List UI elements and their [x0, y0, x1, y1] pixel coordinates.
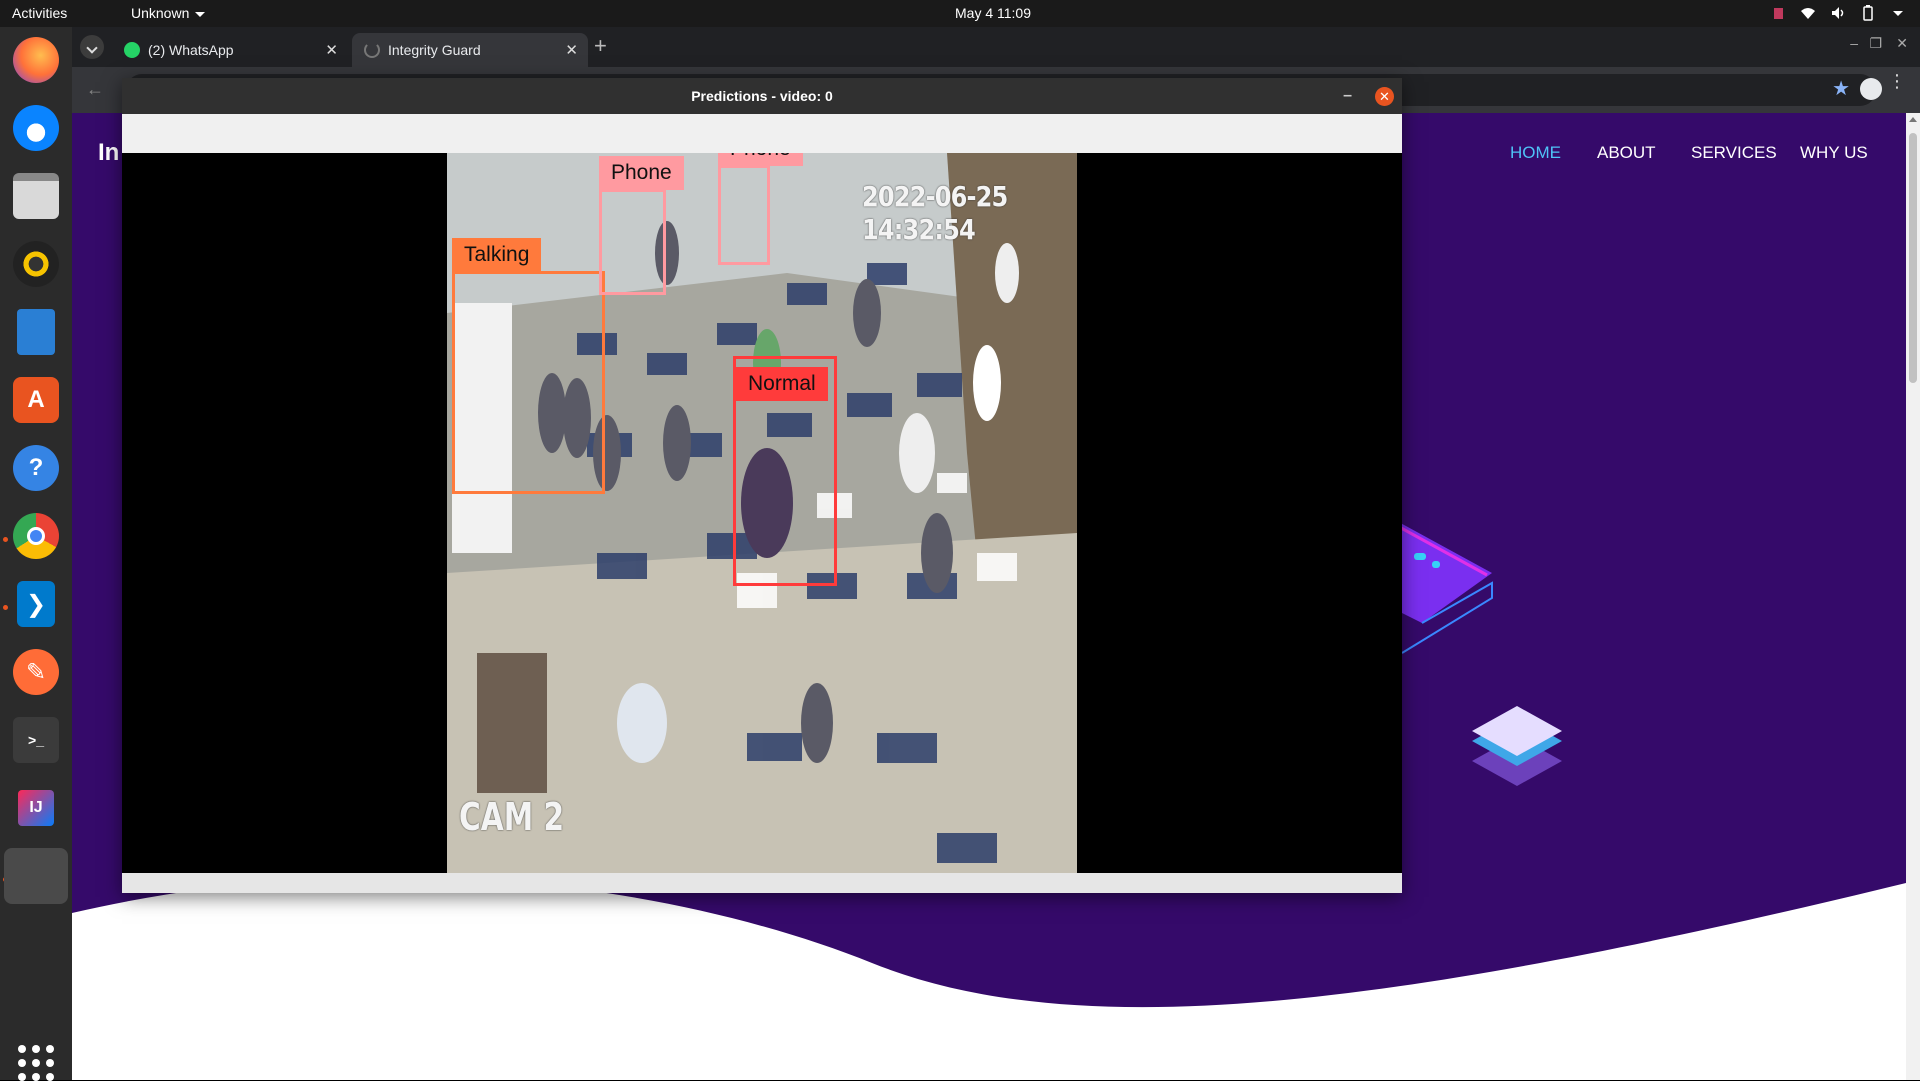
thunderbird-icon: [13, 105, 59, 151]
predictions-window-titlebar[interactable]: Predictions - video: 0 – ✕: [122, 78, 1402, 114]
window-statusbar: [122, 873, 1402, 893]
dock-help[interactable]: ?: [8, 440, 64, 496]
window-title: Predictions - video: 0: [691, 88, 833, 104]
minimize-icon[interactable]: –: [1343, 78, 1352, 114]
close-icon[interactable]: ✕: [565, 41, 578, 59]
postman-icon: ✎: [13, 649, 59, 695]
tab-search-button[interactable]: [80, 35, 104, 59]
dock-firefox[interactable]: [8, 32, 64, 88]
page-scrollbar[interactable]: [1906, 113, 1920, 1080]
tab-whatsapp[interactable]: (2) WhatsApp ✕: [112, 33, 348, 67]
predictions-window: Predictions - video: 0 – ✕ Talking Phone…: [122, 78, 1402, 893]
site-brand[interactable]: In: [98, 139, 119, 167]
video-frame: Talking Phone Phone Normal 2022-06-25 14…: [447, 153, 1077, 873]
software-icon: A: [13, 377, 59, 423]
dock-vscode[interactable]: ❯: [8, 576, 64, 632]
detection-box: [599, 189, 666, 295]
firefox-icon: [13, 37, 59, 83]
tab-label: Integrity Guard: [388, 42, 481, 58]
dock-intellij[interactable]: IJ: [8, 780, 64, 836]
minimize-icon[interactable]: –: [1850, 35, 1858, 51]
nav-services[interactable]: SERVICES: [1691, 143, 1777, 163]
dock-postman[interactable]: ✎: [8, 644, 64, 700]
indicator-icon[interactable]: [1770, 5, 1786, 21]
wifi-icon[interactable]: [1800, 5, 1816, 21]
video-timestamp: 2022-06-25 14:32:54: [862, 180, 1008, 246]
close-icon[interactable]: ✕: [1375, 87, 1394, 106]
detection-box: [718, 165, 770, 265]
gnome-top-bar: Activities Unknown May 4 11:09: [0, 0, 1920, 27]
system-tray[interactable]: [1770, 4, 1906, 22]
detection-box: [452, 271, 605, 494]
vscode-icon: ❯: [17, 581, 55, 627]
whatsapp-icon: [124, 42, 140, 58]
dock-chrome[interactable]: [8, 508, 64, 564]
dock-software[interactable]: A: [8, 372, 64, 428]
volume-icon[interactable]: [1830, 5, 1846, 21]
battery-icon[interactable]: [1860, 5, 1876, 21]
clock[interactable]: May 4 11:09: [955, 5, 1031, 21]
back-arrow-icon[interactable]: ←: [86, 79, 104, 100]
dock-running-window[interactable]: [4, 848, 68, 904]
detection-label: Talking: [452, 238, 542, 272]
scroll-up-icon[interactable]: [1909, 117, 1917, 122]
dock-thunderbird[interactable]: [8, 100, 64, 156]
dock-files[interactable]: [8, 168, 64, 224]
new-tab-button[interactable]: +: [594, 33, 607, 59]
more-menu-icon[interactable]: ⋮: [1888, 72, 1906, 90]
bookmark-star-icon[interactable]: ★: [1832, 76, 1850, 101]
detection-label: Phone: [718, 153, 803, 166]
camera-label: CAM 2: [459, 795, 565, 839]
system-menu-chevron-icon[interactable]: [1890, 5, 1906, 21]
scrollbar-thumb[interactable]: [1909, 133, 1917, 383]
detection-label: Phone: [599, 156, 684, 190]
intellij-icon: IJ: [18, 790, 54, 826]
window-toolbar: [122, 114, 1402, 153]
loading-icon: [364, 42, 380, 58]
close-window-icon[interactable]: ✕: [1896, 35, 1908, 52]
nav-home[interactable]: HOME: [1510, 143, 1561, 163]
chevron-down-icon: [195, 11, 206, 17]
tab-label: (2) WhatsApp: [148, 42, 234, 58]
terminal-icon: >_: [13, 717, 59, 763]
app-menu-label: Unknown: [131, 5, 190, 21]
nav-about[interactable]: ABOUT: [1597, 143, 1656, 163]
profile-avatar[interactable]: [1860, 78, 1882, 100]
chrome-icon: [13, 513, 59, 559]
cube-illustration: [1472, 706, 1562, 786]
window-icon: [13, 853, 59, 899]
tab-integrity-guard[interactable]: Integrity Guard ✕: [352, 33, 588, 67]
app-menu[interactable]: Unknown: [131, 5, 206, 21]
dock-writer[interactable]: [8, 304, 64, 360]
dock-terminal[interactable]: >_: [8, 712, 64, 768]
files-icon: [13, 173, 59, 219]
writer-icon: [17, 309, 55, 355]
rhythmbox-icon: [13, 241, 59, 287]
help-icon: ?: [13, 445, 59, 491]
maximize-icon[interactable]: ❐: [1869, 35, 1882, 52]
dock-rhythmbox[interactable]: [8, 236, 64, 292]
tab-strip: (2) WhatsApp ✕ Integrity Guard ✕ + – ❐ ✕: [72, 27, 1920, 67]
activities-button[interactable]: Activities: [12, 5, 67, 21]
show-applications-icon[interactable]: [18, 1045, 54, 1081]
nav-why-us[interactable]: WHY US: [1800, 143, 1868, 163]
close-icon[interactable]: ✕: [325, 41, 338, 59]
dock: A ? ❯ ✎ >_ IJ: [0, 27, 72, 1081]
detection-label: Normal: [736, 367, 828, 401]
